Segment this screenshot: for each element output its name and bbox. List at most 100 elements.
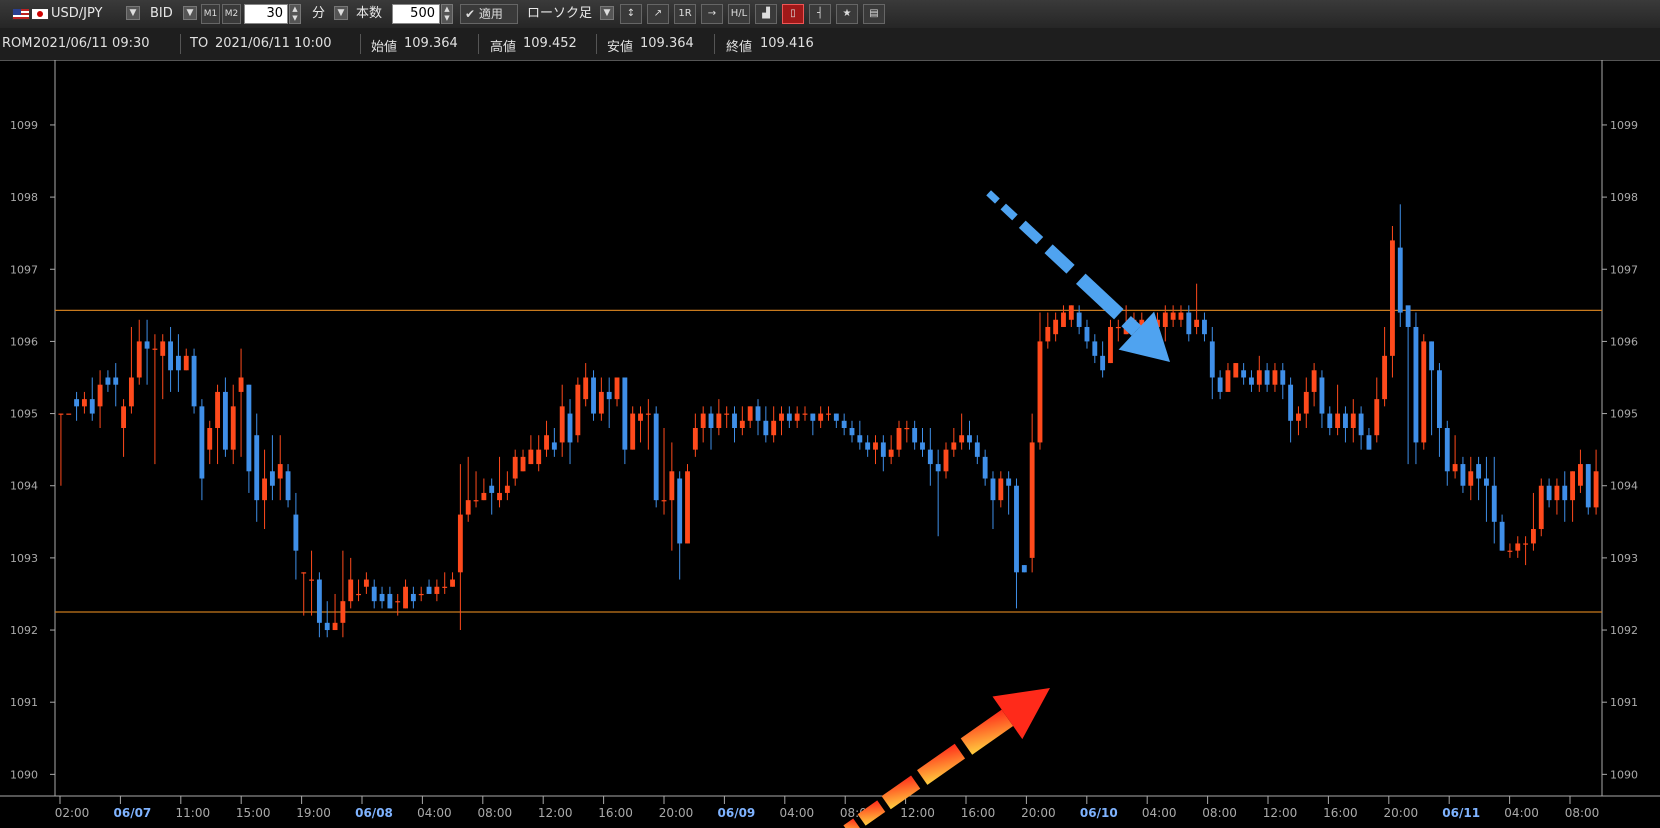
x-tick-label: 11:00 bbox=[176, 806, 211, 820]
y-tick-label: 1096 bbox=[10, 335, 38, 348]
candle-body bbox=[121, 406, 127, 428]
blue-arrow-icon bbox=[986, 190, 1170, 362]
candle-body bbox=[692, 428, 698, 450]
count-spinner-icon[interactable]: ▲ ▼ bbox=[441, 4, 453, 24]
candle-body bbox=[645, 413, 651, 415]
candle-body bbox=[332, 622, 338, 631]
candle-body bbox=[967, 435, 972, 443]
candle-body bbox=[1076, 312, 1082, 327]
candle-body bbox=[262, 478, 267, 501]
candle bbox=[880, 435, 886, 472]
candle bbox=[1405, 305, 1411, 465]
candle-body bbox=[567, 413, 573, 443]
candle-body bbox=[912, 428, 918, 443]
candle-body bbox=[269, 471, 275, 486]
candle bbox=[113, 363, 119, 407]
candle bbox=[277, 435, 283, 501]
arrow-dash bbox=[881, 775, 921, 810]
m2-button[interactable]: M2 bbox=[222, 4, 241, 24]
candle bbox=[935, 449, 941, 537]
candle-body bbox=[896, 428, 902, 450]
candle bbox=[747, 406, 753, 428]
candle-body bbox=[1546, 485, 1552, 501]
pos-icon[interactable]: ↕ bbox=[620, 4, 642, 24]
bar2-icon[interactable]: ▤ bbox=[863, 4, 885, 24]
area-icon[interactable]: ▟ bbox=[755, 4, 777, 24]
candle-body bbox=[285, 471, 291, 501]
currency-pair[interactable]: USD/JPY bbox=[51, 4, 103, 24]
price-chart[interactable]: 1090 1091 1092 1093 1094 1095 1096 1097 1098 1099… bbox=[0, 60, 1660, 828]
candle bbox=[1115, 319, 1121, 342]
candle bbox=[160, 334, 166, 400]
y-tick-label: 1091 bbox=[10, 696, 38, 709]
candle-body bbox=[1241, 370, 1247, 378]
chart-type-dropdown-icon[interactable]: ▼ bbox=[600, 6, 614, 20]
x-tick-label: 15:00 bbox=[236, 806, 271, 820]
trend-icon[interactable]: ↗ bbox=[647, 4, 669, 24]
count-input[interactable]: 500 bbox=[392, 4, 440, 24]
y-tick-label: 1090 bbox=[1610, 768, 1638, 781]
interval-spinner-icon[interactable]: ▲ ▼ bbox=[289, 4, 301, 24]
candle bbox=[1029, 413, 1035, 573]
candle bbox=[1350, 399, 1356, 443]
candle bbox=[175, 334, 181, 392]
candle-body bbox=[583, 377, 589, 400]
candle bbox=[442, 572, 448, 594]
candle-body bbox=[786, 413, 792, 421]
candle bbox=[536, 435, 542, 472]
line-icon[interactable]: → bbox=[701, 4, 723, 24]
pair-dropdown-icon[interactable]: ▼ bbox=[126, 6, 140, 20]
candle-body bbox=[473, 500, 479, 502]
chart-type-label[interactable]: ローソク足 bbox=[527, 4, 592, 24]
arrow-dash bbox=[1018, 220, 1044, 245]
candle-body bbox=[1006, 478, 1012, 486]
candle-body bbox=[254, 435, 260, 501]
candle bbox=[1429, 341, 1435, 436]
candle-body bbox=[1585, 464, 1591, 508]
price-type-dropdown-icon[interactable]: ▼ bbox=[183, 6, 197, 20]
low-value: 109.364 bbox=[640, 36, 694, 51]
candle bbox=[1084, 319, 1090, 349]
candle-body bbox=[1452, 464, 1458, 472]
candle-body bbox=[191, 355, 197, 407]
candle bbox=[89, 377, 95, 421]
price-type[interactable]: BID bbox=[150, 4, 173, 24]
x-tick-label: 16:00 bbox=[961, 806, 996, 820]
unit-dropdown-icon[interactable]: ▼ bbox=[334, 6, 348, 20]
candle bbox=[254, 413, 260, 522]
candle-body bbox=[1061, 312, 1066, 327]
candle-body bbox=[1264, 370, 1270, 385]
candle-body bbox=[66, 413, 72, 415]
x-tick-label: 06/08 bbox=[355, 806, 393, 820]
apply-button[interactable]: ✔ 適用 bbox=[460, 4, 518, 24]
m1-button[interactable]: M1 bbox=[201, 4, 220, 24]
candle-body bbox=[653, 413, 659, 501]
candle bbox=[183, 348, 189, 371]
candle-body bbox=[1194, 319, 1200, 327]
candle bbox=[504, 471, 510, 501]
candle bbox=[512, 449, 518, 486]
x-tick-label: 04:00 bbox=[1504, 806, 1539, 820]
candle-body bbox=[222, 391, 228, 450]
interval-input[interactable]: 30 bbox=[244, 4, 288, 24]
hl-icon[interactable]: H/L bbox=[728, 4, 750, 24]
support-resistance-lines[interactable] bbox=[55, 309, 1602, 613]
candle bbox=[58, 413, 64, 486]
1r-icon[interactable]: 1R bbox=[674, 4, 696, 24]
y-tick-label: 1093 bbox=[10, 552, 38, 565]
candle bbox=[348, 557, 354, 609]
candle-icon[interactable]: ▯ bbox=[782, 4, 804, 24]
high-value: 109.452 bbox=[523, 36, 577, 51]
y-tick-label: 1092 bbox=[1610, 624, 1638, 637]
candle bbox=[779, 406, 784, 436]
candle bbox=[645, 399, 651, 450]
info-divider bbox=[714, 34, 715, 54]
star-icon[interactable]: ★ bbox=[836, 4, 858, 24]
jp-flag-icon bbox=[31, 8, 49, 20]
x-tick-label: 12:00 bbox=[538, 806, 573, 820]
candle-body bbox=[630, 413, 636, 450]
y-tick-label: 1094 bbox=[1610, 480, 1638, 493]
bar-icon[interactable]: ┤ bbox=[809, 4, 831, 24]
high-label: 高値 bbox=[490, 40, 517, 55]
x-tick-label: 12:00 bbox=[900, 806, 935, 820]
